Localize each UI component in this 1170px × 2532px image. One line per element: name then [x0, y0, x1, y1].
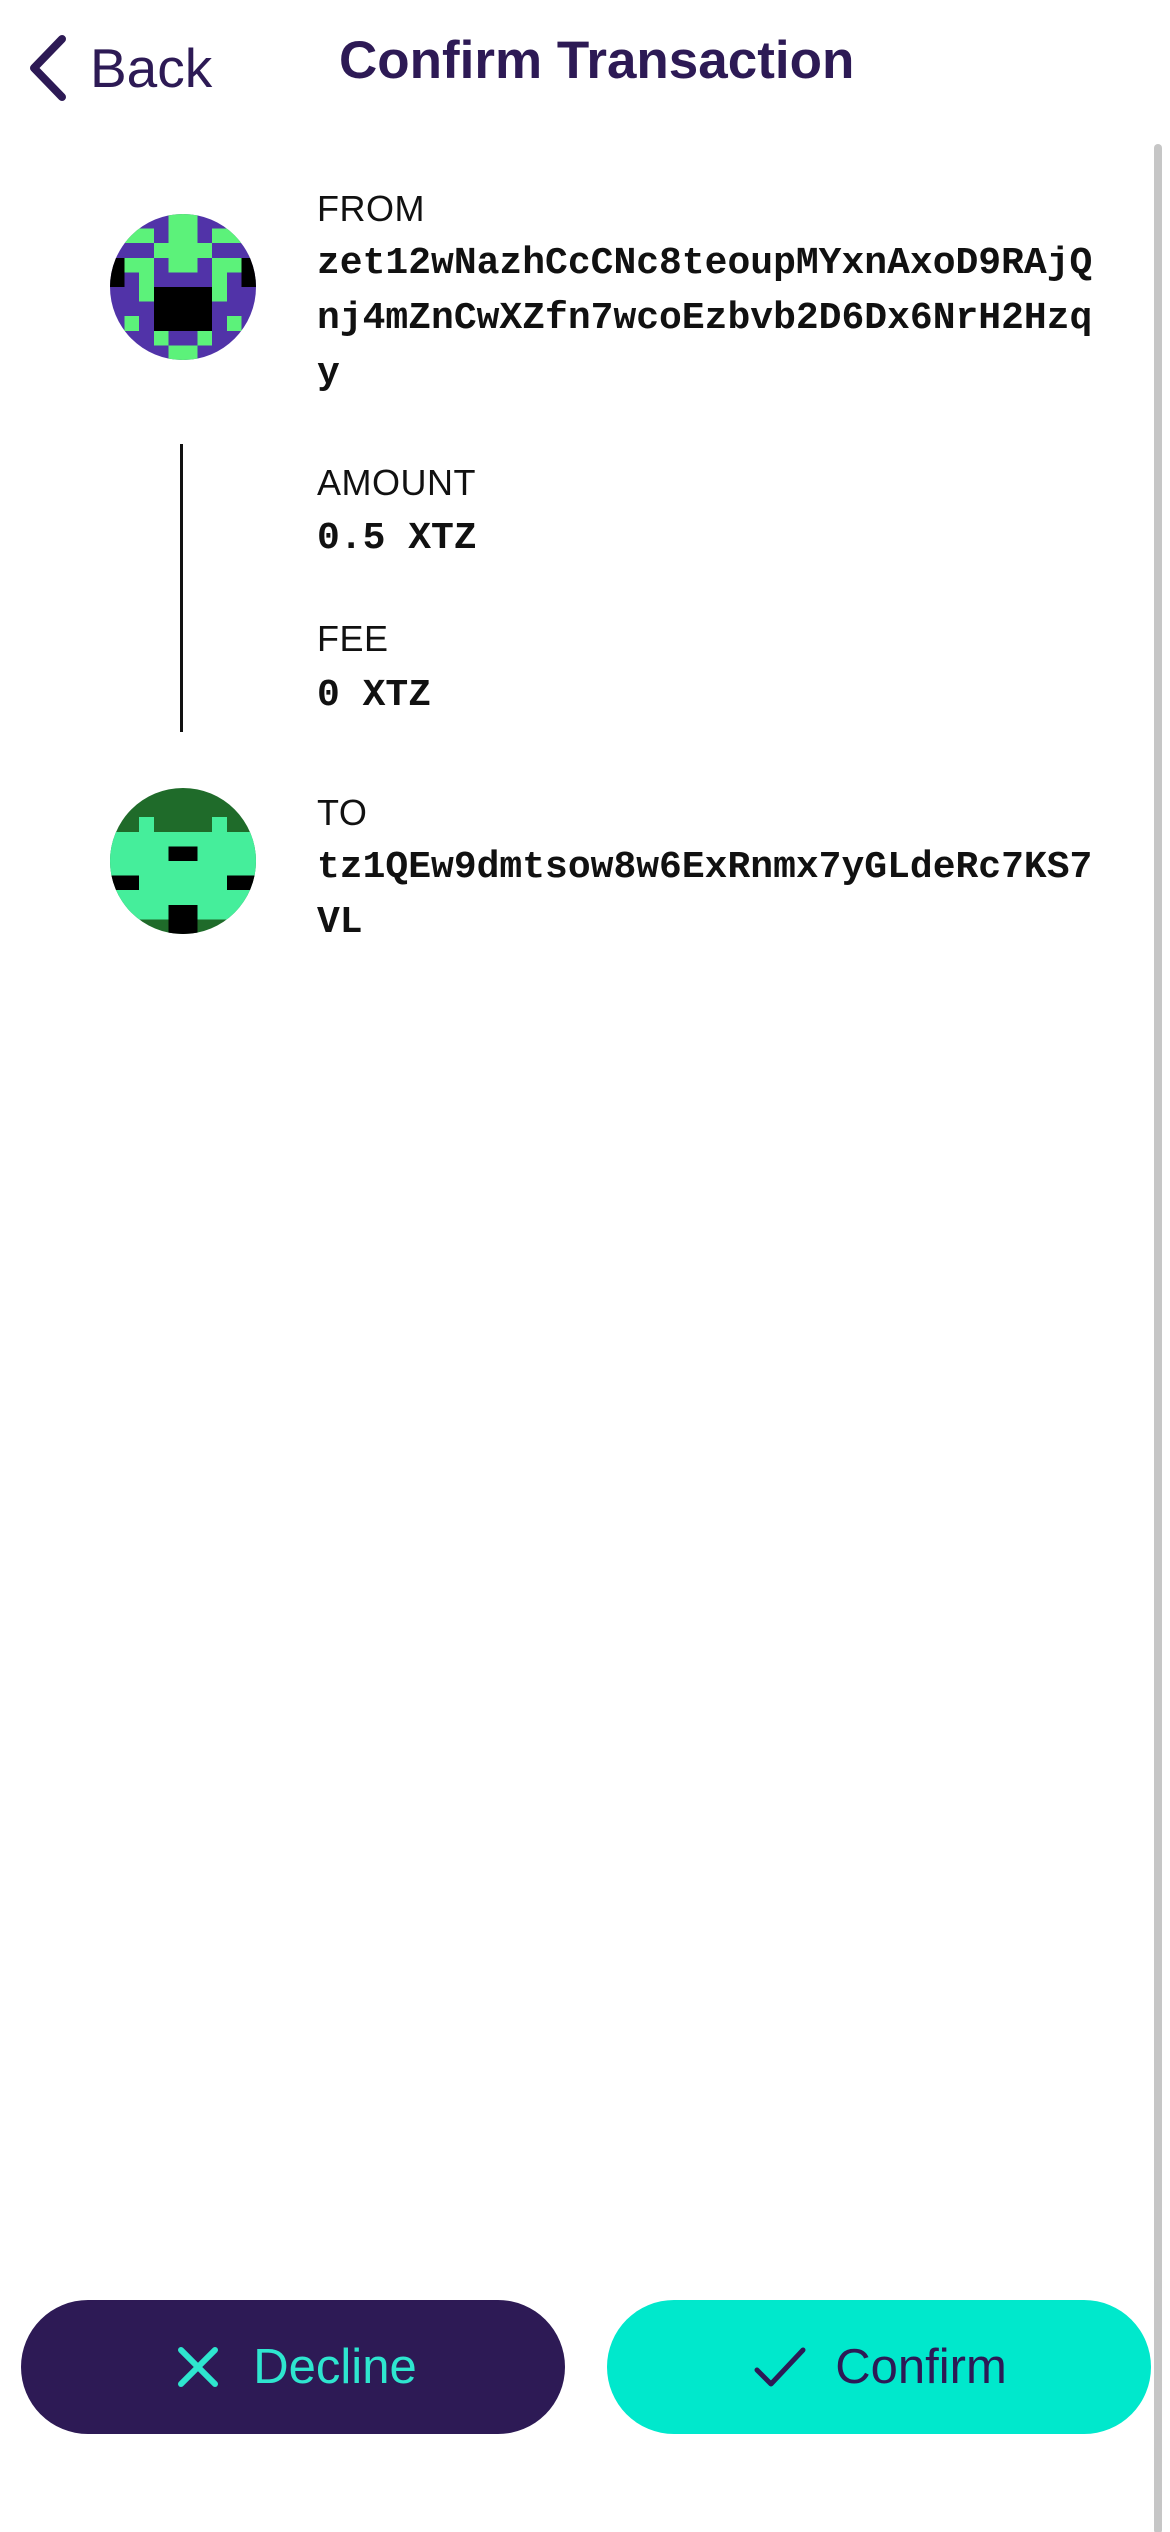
to-avatar — [110, 788, 256, 934]
checkmark-icon — [754, 2347, 806, 2387]
from-label: FROM — [317, 188, 425, 229]
to-address: tz1QEw9dmtsow8w6ExRnmx7yGLdeRc7KS7VL — [317, 846, 1093, 944]
close-icon — [178, 2347, 219, 2387]
confirm-transaction-screen: Back Confirm Transaction FROM zet12wNazh… — [0, 0, 1170, 2532]
scrollbar[interactable] — [1154, 144, 1162, 2532]
confirm-label: Confirm — [835, 2340, 1007, 2394]
connector-line — [180, 444, 183, 732]
from-address: zet12wNazhCcCNc8teoupMYxnAxoD9RAjQnj4mZn… — [317, 242, 1093, 395]
chevron-left-icon — [30, 35, 66, 101]
amount-value: 0.5 XTZ — [317, 517, 477, 560]
decline-button[interactable]: Decline — [21, 2300, 565, 2434]
fee-value: 0 XTZ — [317, 674, 432, 717]
back-label: Back — [90, 37, 213, 99]
from-avatar — [110, 214, 256, 360]
back-button[interactable]: Back — [26, 28, 212, 108]
amount-label: AMOUNT — [317, 462, 476, 503]
header: Back Confirm Transaction — [0, 0, 1170, 130]
to-label: TO — [317, 792, 368, 833]
page-title: Confirm Transaction — [339, 31, 855, 90]
decline-label: Decline — [253, 2340, 417, 2394]
confirm-button[interactable]: Confirm — [607, 2300, 1151, 2434]
fee-label: FEE — [317, 618, 389, 659]
